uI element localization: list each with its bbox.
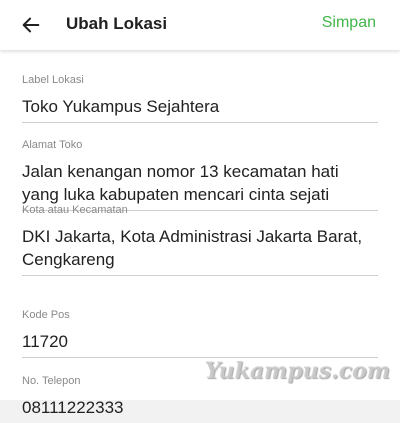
kode-pos-input[interactable]: 11720 — [22, 330, 378, 358]
no-telepon-input[interactable]: 08111222333 — [22, 396, 378, 423]
app-bar: Ubah Lokasi Simpan — [0, 0, 400, 50]
field-label: Kode Pos — [22, 309, 70, 321]
kota-kecamatan-input[interactable]: DKI Jakarta, Kota Administrasi Jakarta B… — [22, 225, 378, 276]
field-alamat-toko: Alamat Toko Jalan kenangan nomor 13 keca… — [22, 139, 378, 211]
field-kota-kecamatan: Kota atau Kecamatan DKI Jakarta, Kota Ad… — [22, 204, 378, 276]
edit-location-form: Label Lokasi Toko Yukampus Sejahtera Ala… — [0, 50, 400, 417]
field-label-lokasi: Label Lokasi Toko Yukampus Sejahtera — [22, 74, 378, 123]
watermark: Yukampus.com — [204, 358, 390, 384]
arrow-left-icon — [22, 17, 40, 33]
field-label: Label Lokasi — [22, 74, 84, 86]
field-label: Kota atau Kecamatan — [22, 204, 128, 216]
field-label: Alamat Toko — [22, 139, 83, 151]
screen-title: Ubah Lokasi — [66, 14, 168, 33]
field-kode-pos: Kode Pos 11720 — [22, 309, 378, 358]
label-lokasi-input[interactable]: Toko Yukampus Sejahtera — [22, 95, 378, 123]
save-button[interactable]: Simpan — [322, 14, 376, 32]
back-button[interactable] — [14, 9, 48, 41]
